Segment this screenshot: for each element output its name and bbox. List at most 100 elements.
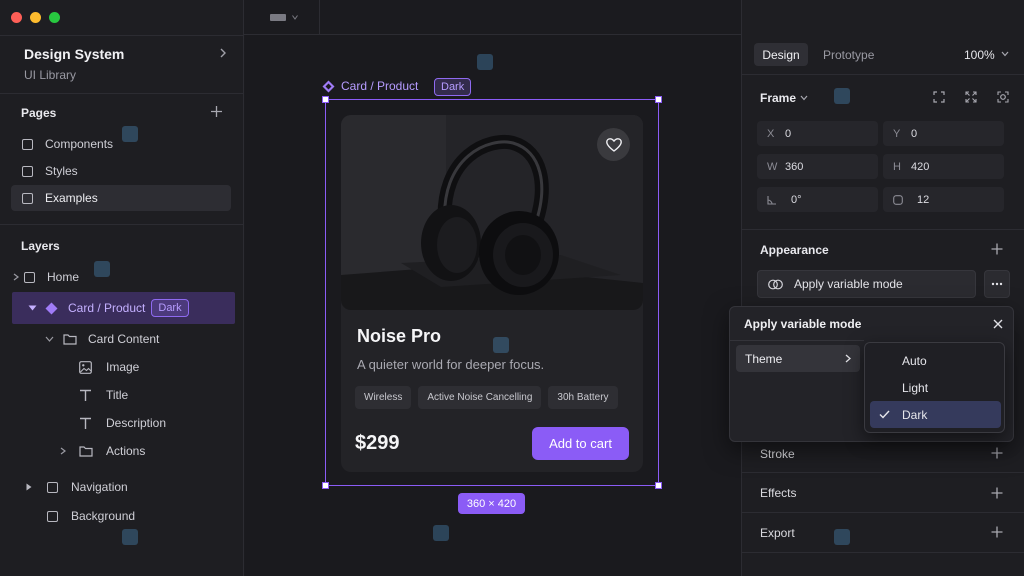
option-label: Dark <box>902 407 928 422</box>
divider <box>741 74 1024 75</box>
layer-label: Background <box>71 509 136 523</box>
close-icon[interactable] <box>993 319 1003 329</box>
theme-option-auto[interactable]: Auto <box>870 347 1001 374</box>
page-icon <box>22 192 33 204</box>
theme-label: Theme <box>745 351 783 366</box>
minimize-window-button[interactable] <box>30 12 41 23</box>
heart-icon <box>605 137 622 152</box>
product-card[interactable] <box>341 115 643 472</box>
resize-handle[interactable] <box>655 96 662 103</box>
resize-handle[interactable] <box>322 96 329 103</box>
layer-actions[interactable]: Actions <box>60 439 145 463</box>
resize-handle[interactable] <box>322 482 329 489</box>
width-field[interactable]: W 360 <box>757 154 878 179</box>
field-label: Y <box>893 127 901 140</box>
close-window-button[interactable] <box>11 12 22 23</box>
divider <box>741 512 1024 513</box>
layer-card-product[interactable]: Card / Product Dark <box>28 296 189 320</box>
watermark-icon <box>433 525 449 541</box>
layer-image[interactable]: Image <box>79 355 139 379</box>
more-options-button[interactable] <box>984 270 1010 298</box>
stroke-title: Stroke <box>760 447 795 461</box>
resize-to-fit-icon <box>965 91 977 103</box>
component-icon <box>322 80 335 93</box>
resize-handle[interactable] <box>655 482 662 489</box>
layer-home[interactable]: Home <box>13 265 79 289</box>
appearance-title: Appearance <box>760 243 829 257</box>
chevron-right-icon <box>13 273 19 281</box>
apply-variable-mode-label: Apply variable mode <box>794 277 903 291</box>
product-title: Noise Pro <box>357 326 442 346</box>
theme-option-light[interactable]: Light <box>870 374 1001 401</box>
layer-title[interactable]: Title <box>79 383 128 407</box>
x-field[interactable]: X 0 <box>757 121 878 146</box>
height-field[interactable]: H 420 <box>883 154 1004 179</box>
layer-label: Home <box>47 270 80 284</box>
divider <box>741 472 1024 473</box>
favorite-button[interactable] <box>597 128 630 161</box>
layer-background[interactable]: Background <box>47 504 135 528</box>
rotation-icon <box>767 195 776 205</box>
chevron-right-icon <box>60 447 66 455</box>
page-item-styles[interactable]: Styles <box>11 158 231 184</box>
watermark-icon <box>834 88 850 104</box>
file-subtitle: UI Library <box>24 68 77 82</box>
add-page-icon[interactable] <box>210 103 223 121</box>
watermark-icon <box>493 337 509 353</box>
rotation-field[interactable]: 0° <box>757 187 878 212</box>
divider <box>319 0 320 35</box>
divider <box>741 552 1024 553</box>
maximize-window-button[interactable] <box>49 12 60 23</box>
more-icon <box>991 282 1003 286</box>
page-item-examples[interactable]: Examples <box>11 185 231 211</box>
field-value: 12 <box>917 193 930 206</box>
tag: Wireless <box>355 386 412 409</box>
frame-label[interactable]: Card / Product <box>341 79 418 93</box>
theme-option-dark[interactable]: Dark <box>870 401 1001 428</box>
check-icon <box>879 410 890 419</box>
tag: Active Noise Cancelling <box>418 386 542 409</box>
caret-down-icon <box>28 305 37 311</box>
add-stroke-icon <box>991 447 1003 459</box>
divider <box>0 224 244 225</box>
product-image <box>341 115 643 310</box>
field-label: X <box>767 127 775 140</box>
text-icon <box>80 417 91 429</box>
page-label: Components <box>45 137 114 151</box>
layer-label: Title <box>106 388 129 402</box>
theme-menu-item[interactable]: Theme <box>736 345 860 372</box>
tab-prototype[interactable]: Prototype <box>823 48 874 62</box>
frame-tool-icon[interactable] <box>270 14 286 21</box>
layer-navigation[interactable]: Navigation <box>26 475 128 499</box>
product-description: A quieter world for deeper focus. <box>357 357 545 372</box>
layer-label: Actions <box>106 444 146 458</box>
option-label: Auto <box>902 353 927 368</box>
frame-section-title[interactable]: Frame <box>760 91 796 105</box>
chevron-right-icon[interactable] <box>216 45 230 61</box>
field-label: H <box>893 160 901 173</box>
export-title: Export <box>760 526 795 540</box>
folder-icon <box>79 446 93 457</box>
image-icon <box>79 360 92 374</box>
page-item-components[interactable]: Components <box>11 131 231 157</box>
tag-list: Wireless Active Noise Cancelling 30h Bat… <box>355 386 618 409</box>
canvas-toolbar <box>244 0 741 35</box>
add-to-cart-button[interactable]: Add to cart <box>532 427 629 460</box>
effects-title: Effects <box>760 486 797 500</box>
field-value: 0° <box>791 193 802 206</box>
apply-variable-mode-row[interactable]: Apply variable mode <box>757 270 976 298</box>
y-field[interactable]: Y 0 <box>883 121 1004 146</box>
zoom-level[interactable]: 100% <box>964 48 995 62</box>
file-title[interactable]: Design System <box>24 46 124 62</box>
corner-radius-field[interactable]: 12 <box>883 187 1004 212</box>
layer-card-content[interactable]: Card Content <box>45 327 159 351</box>
layer-label: Description <box>106 416 167 430</box>
layer-label: Card Content <box>88 332 160 346</box>
variable-mode-icon <box>768 279 783 289</box>
layer-label: Image <box>106 360 140 374</box>
layer-label: Navigation <box>71 480 128 494</box>
add-effect-icon <box>991 487 1003 499</box>
tab-design[interactable]: Design <box>754 43 808 66</box>
chevron-right-icon <box>845 354 851 363</box>
layer-description[interactable]: Description <box>79 411 166 435</box>
